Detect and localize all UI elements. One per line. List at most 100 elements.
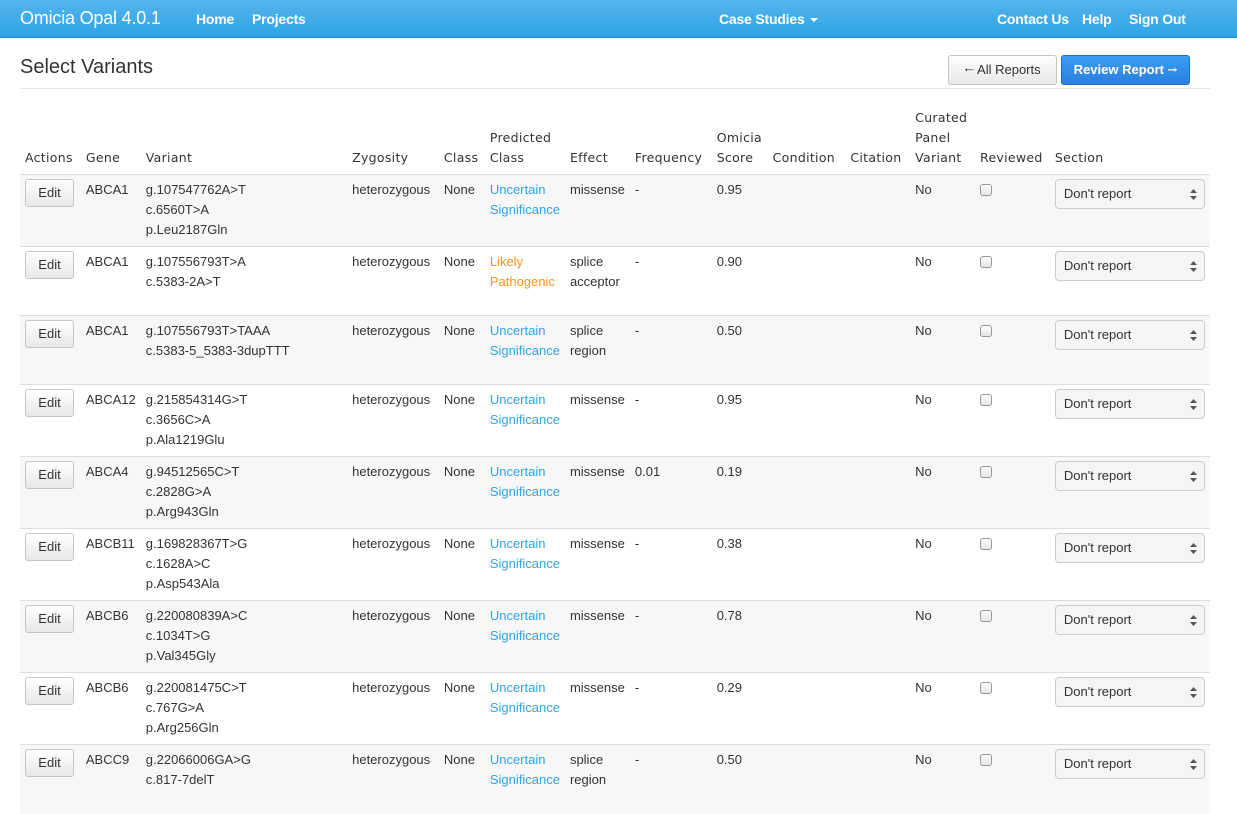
edit-button[interactable]: Edit: [25, 749, 74, 777]
nav-help[interactable]: Help: [1082, 11, 1112, 27]
edit-button[interactable]: Edit: [25, 389, 74, 417]
predicted-class-line1[interactable]: Uncertain: [490, 678, 560, 698]
cell-citation: [845, 246, 911, 316]
edit-button[interactable]: Edit: [25, 251, 74, 279]
edit-button[interactable]: Edit: [25, 605, 74, 633]
section-select[interactable]: Don't report: [1054, 251, 1205, 281]
reviewed-checkbox[interactable]: [980, 610, 993, 622]
review-report-button[interactable]: Review Report 🠂: [1061, 55, 1190, 85]
reviewed-checkbox[interactable]: [980, 256, 993, 268]
variant-coding: c.5383-5_5383-3dupTTT: [145, 343, 290, 358]
nav-projects[interactable]: Projects: [252, 11, 306, 27]
edit-button[interactable]: Edit: [25, 320, 74, 348]
edit-button[interactable]: Edit: [25, 461, 74, 489]
select-updown-icon: [1189, 189, 1197, 200]
predicted-class-line1[interactable]: Uncertain: [490, 606, 560, 626]
predicted-class-line1[interactable]: Uncertain: [490, 534, 560, 554]
section-select[interactable]: Don't report: [1054, 677, 1205, 707]
section-select[interactable]: Don't report: [1054, 389, 1205, 419]
select-updown-icon: [1189, 543, 1197, 554]
predicted-class-line1[interactable]: Uncertain: [490, 390, 560, 410]
cell-zygosity: heterozygous: [347, 315, 439, 385]
cell-condition: [767, 246, 846, 316]
predicted-class-line1[interactable]: Uncertain: [490, 750, 560, 770]
variant-genomic: g.107556793T>A: [145, 254, 246, 269]
cell-predicted-class: Uncertain Significance: [484, 600, 565, 673]
cell-section: Don't report: [1049, 744, 1210, 814]
edit-button[interactable]: Edit: [25, 533, 74, 561]
predicted-class-line2[interactable]: Significance: [490, 554, 560, 574]
reviewed-checkbox[interactable]: [980, 538, 993, 550]
cell-effect: missense: [564, 600, 630, 673]
cell-effect: missense: [564, 174, 630, 247]
variant-genomic: g.215854314G>T: [145, 392, 248, 407]
cell-gene: ABCA1: [80, 174, 141, 247]
cell-section: Don't report: [1049, 246, 1210, 316]
predicted-class-line2[interactable]: Significance: [490, 482, 560, 502]
cell-zygosity: heterozygous: [347, 744, 439, 814]
section-select-value: Don't report: [1063, 756, 1132, 771]
table-row: Edit ABCB6 g.220080839A>C c.1034T>G p.Va…: [20, 600, 1210, 673]
edit-button[interactable]: Edit: [25, 179, 74, 207]
table-row: Edit ABCA4 g.94512565C>T c.2828G>A p.Arg…: [20, 456, 1210, 529]
cell-frequency: 0.01: [629, 456, 712, 529]
predicted-class-line1[interactable]: Likely: [490, 252, 560, 272]
cell-effect: splice acceptor: [564, 246, 630, 316]
nav-sign-out[interactable]: Sign Out: [1129, 11, 1186, 27]
cell-actions: Edit: [20, 174, 81, 247]
section-select[interactable]: Don't report: [1054, 533, 1205, 563]
reviewed-checkbox[interactable]: [980, 682, 993, 694]
section-select[interactable]: Don't report: [1054, 320, 1205, 350]
cell-section: Don't report: [1049, 456, 1210, 529]
section-select[interactable]: Don't report: [1054, 461, 1205, 491]
all-reports-button[interactable]: 🠀 All Reports: [948, 55, 1057, 85]
variant-genomic: g.220081475C>T: [145, 680, 247, 695]
select-updown-icon: [1189, 615, 1197, 626]
effect-line1: splice: [569, 323, 604, 338]
predicted-class-line2[interactable]: Significance: [490, 770, 560, 790]
reviewed-checkbox[interactable]: [980, 754, 993, 766]
header-omicia-score-line2: Score: [716, 150, 754, 165]
predicted-class-line1[interactable]: Uncertain: [490, 180, 560, 200]
nav-home[interactable]: Home: [196, 11, 234, 27]
cell-citation: [845, 600, 911, 673]
cell-curated-panel-variant: No: [910, 672, 976, 745]
cell-predicted-class: Uncertain Significance: [484, 744, 565, 814]
effect-line2: region: [569, 772, 607, 787]
predicted-class-line2[interactable]: Significance: [490, 698, 560, 718]
section-select-value: Don't report: [1063, 327, 1132, 342]
cell-actions: Edit: [20, 384, 81, 457]
section-select[interactable]: Don't report: [1054, 749, 1205, 779]
variant-coding: c.3656C>A: [145, 412, 211, 427]
cell-gene: ABCA12: [80, 384, 141, 457]
cell-section: Don't report: [1049, 528, 1210, 601]
predicted-class-line2[interactable]: Significance: [490, 410, 560, 430]
cell-condition: [767, 384, 846, 457]
brand-logo[interactable]: Omicia Opal 4.0.1: [20, 8, 161, 29]
predicted-class-line2[interactable]: Pathogenic: [490, 272, 560, 292]
predicted-class-line2[interactable]: Significance: [490, 341, 560, 361]
predicted-class-line1[interactable]: Uncertain: [490, 321, 560, 341]
reviewed-checkbox[interactable]: [980, 184, 993, 196]
nav-contact-us[interactable]: Contact Us: [997, 11, 1069, 27]
predicted-class-line2[interactable]: Significance: [490, 200, 560, 220]
top-navbar: Omicia Opal 4.0.1 Home Projects Case Stu…: [0, 0, 1237, 38]
review-report-label: Review Report: [1073, 62, 1164, 77]
predicted-class-line2[interactable]: Significance: [490, 626, 560, 646]
predicted-class-line1[interactable]: Uncertain: [490, 462, 560, 482]
cell-omicia-score: 0.50: [711, 315, 768, 385]
section-select[interactable]: Don't report: [1054, 605, 1205, 635]
reviewed-checkbox[interactable]: [980, 325, 993, 337]
effect-line1: splice: [569, 752, 604, 767]
reviewed-checkbox[interactable]: [980, 466, 993, 478]
nav-case-studies-dropdown[interactable]: Case Studies: [719, 11, 818, 27]
cell-reviewed: [975, 174, 1050, 247]
effect-line1: missense: [569, 392, 625, 407]
section-select-value: Don't report: [1063, 540, 1132, 555]
effect-line1: missense: [569, 182, 625, 197]
edit-button[interactable]: Edit: [25, 677, 74, 705]
cell-class: None: [438, 384, 485, 457]
cell-variant: g.220080839A>C c.1034T>G p.Val345Gly: [140, 600, 348, 673]
reviewed-checkbox[interactable]: [980, 394, 993, 406]
section-select[interactable]: Don't report: [1054, 179, 1205, 209]
